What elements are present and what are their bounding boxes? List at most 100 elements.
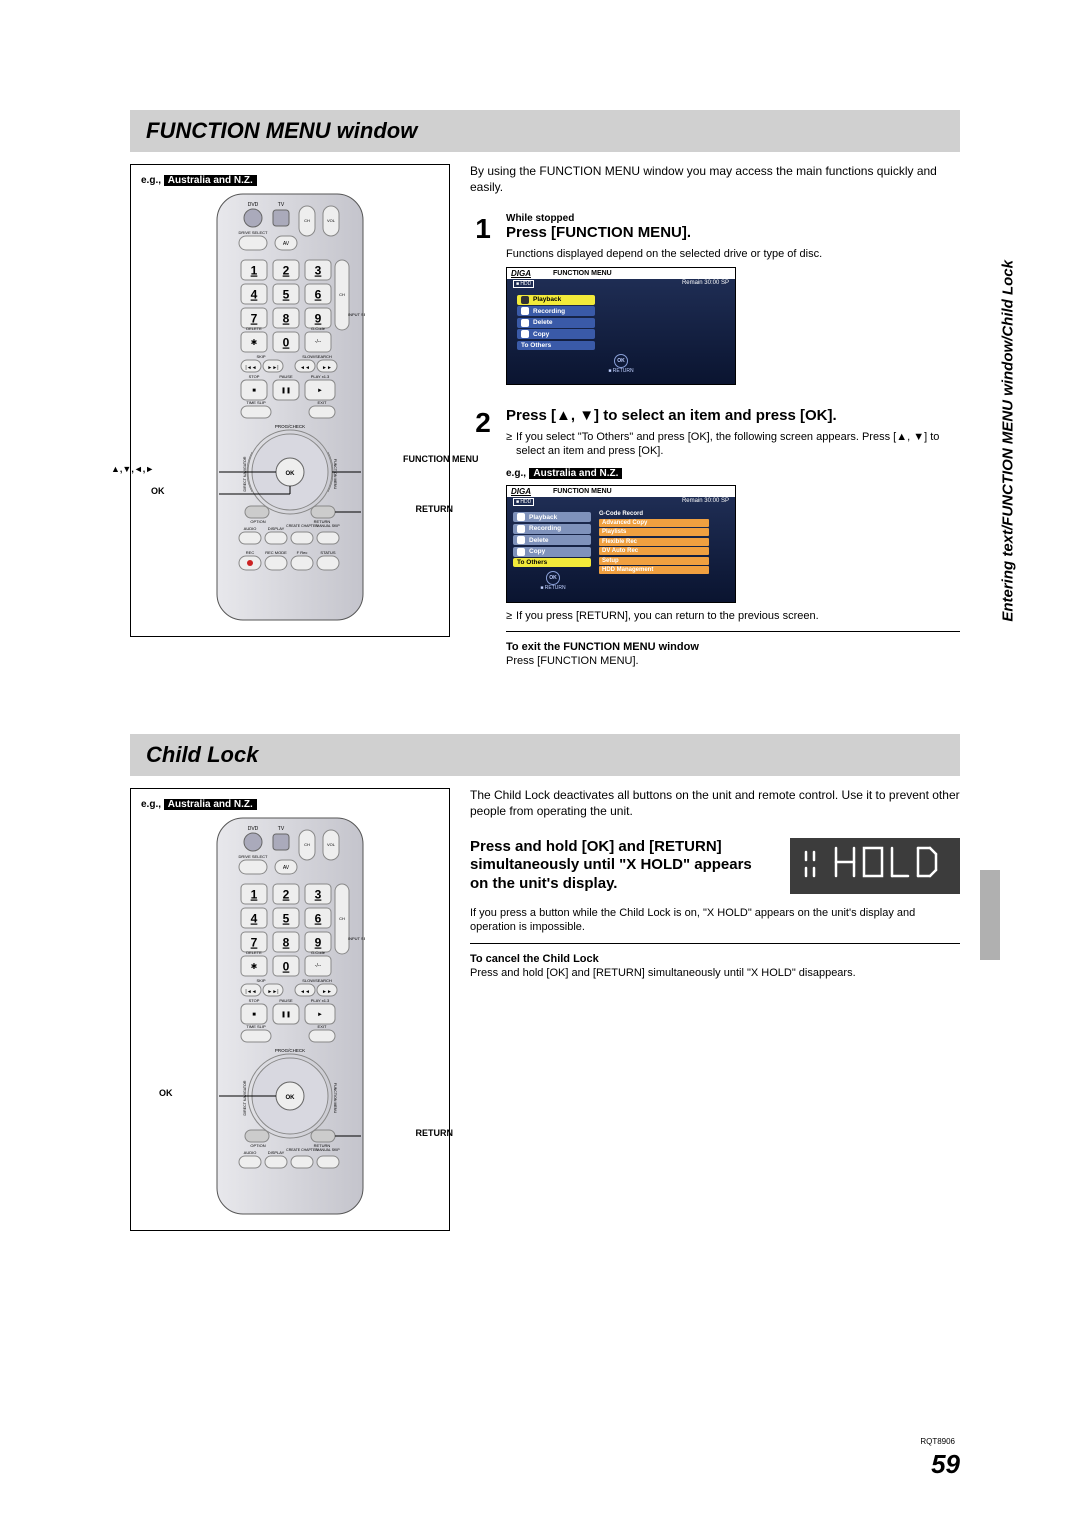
side-thumb-tab	[980, 870, 1000, 960]
step-number-1: 1	[470, 213, 496, 391]
svg-text:STOP: STOP	[249, 374, 260, 379]
eg-label-3: e.g.,	[141, 799, 161, 810]
svg-text:DVD: DVD	[248, 826, 259, 832]
svg-text:DVD: DVD	[248, 202, 259, 208]
svg-text:OK: OK	[286, 1095, 296, 1101]
eg-label: e.g.,	[141, 175, 161, 186]
eg-label-2: e.g.,	[506, 468, 526, 479]
osd-screenshot-2: DIGA FUNCTION MENU ■ HDD Remain 30:00 SP…	[506, 485, 736, 603]
remote-column-2: e.g., Australia and N.Z. DVD TV CH VOL D…	[130, 788, 450, 1231]
step2-bullet1: If you select "To Others" and press [OK]…	[506, 430, 960, 459]
svg-text:-/--: -/--	[315, 339, 322, 345]
svg-text:►►: ►►	[322, 989, 332, 995]
svg-text:G-Code: G-Code	[311, 326, 326, 331]
svg-text:◄◄: ◄◄	[300, 365, 310, 371]
svg-text:CH: CH	[304, 842, 310, 847]
sub-head: G-Code Record	[599, 511, 709, 517]
svg-text:CH: CH	[304, 218, 310, 223]
childlock-body1: If you press a button while the Child Lo…	[470, 906, 960, 935]
svg-text:AV: AV	[283, 241, 290, 247]
step1-head: Press [FUNCTION MENU].	[506, 224, 960, 243]
section1-columns: e.g., Australia and N.Z.	[130, 164, 960, 684]
svg-text:7: 7	[251, 312, 258, 326]
svg-text:AUDIO: AUDIO	[244, 526, 257, 531]
callout-function-menu: FUNCTION MENU	[403, 454, 459, 464]
svg-text:TIME SLIP: TIME SLIP	[246, 1024, 266, 1029]
svg-text:OPTION: OPTION	[250, 519, 265, 524]
svg-text:TV: TV	[278, 202, 285, 208]
svg-text:PLAY x1.3: PLAY x1.3	[311, 374, 330, 379]
svg-text:2: 2	[283, 888, 290, 902]
svg-text:DRIVE SELECT: DRIVE SELECT	[239, 230, 268, 235]
section-header-childlock: Child Lock	[130, 734, 960, 776]
svg-text:1: 1	[251, 888, 258, 902]
svg-text:❚❚: ❚❚	[281, 1011, 291, 1018]
svg-text:◄◄: ◄◄	[300, 989, 310, 995]
diga-logo-2: DIGA	[511, 487, 531, 496]
svg-text:PROG/CHECK: PROG/CHECK	[275, 1048, 305, 1053]
svg-text:FUNCTION MENU: FUNCTION MENU	[333, 459, 337, 490]
svg-text:EXIT: EXIT	[318, 400, 327, 405]
osd-item-playback: Playback	[517, 295, 595, 305]
svg-text:DELETE: DELETE	[246, 950, 262, 955]
intro-text: By using the FUNCTION MENU window you ma…	[470, 164, 960, 195]
svg-text:■: ■	[252, 1012, 256, 1018]
svg-text:-/--: -/--	[315, 963, 322, 969]
svg-text:STATUS: STATUS	[320, 550, 336, 555]
remote-illustration-1: e.g., Australia and N.Z.	[130, 164, 450, 637]
svg-text:|◄◄: |◄◄	[245, 989, 256, 995]
region-tag-2: Australia and N.Z.	[529, 468, 622, 479]
callout-ok-2: OK	[159, 1088, 173, 1098]
svg-text:AUDIO: AUDIO	[244, 1150, 257, 1155]
exit-body: Press [FUNCTION MENU].	[506, 654, 960, 668]
osd-item-others: To Others	[517, 341, 595, 350]
svg-text:8: 8	[283, 312, 290, 326]
svg-text:PAUSE: PAUSE	[279, 998, 293, 1003]
svg-text:EXIT: EXIT	[318, 1024, 327, 1029]
svg-text:CH: CH	[339, 292, 345, 297]
osd-item-copy: Copy	[517, 329, 595, 339]
exit-head: To exit the FUNCTION MENU window	[506, 640, 960, 654]
svg-text:►►: ►►	[322, 365, 332, 371]
instructions-col-1: By using the FUNCTION MENU window you ma…	[470, 164, 960, 684]
remote-column-1: e.g., Australia and N.Z.	[130, 164, 450, 684]
callout-ok: OK	[151, 486, 165, 496]
region-tag-3: Australia and N.Z.	[164, 799, 257, 810]
step2-bullet2: If you press [RETURN], you can return to…	[506, 609, 960, 623]
svg-text:5: 5	[283, 288, 290, 302]
instructions-col-2: The Child Lock deactivates all buttons o…	[470, 788, 960, 1231]
svg-text:INPUT SELECT: INPUT SELECT	[348, 936, 365, 941]
svg-text:CREATE CHAPTER: CREATE CHAPTER	[286, 524, 318, 528]
remote-svg-2: DVD TV CH VOL DRIVE SELECT AV 1 2 3	[215, 816, 365, 1216]
svg-text:■: ■	[252, 388, 256, 394]
step-number-2: 2	[470, 407, 496, 668]
svg-text:|◄◄: |◄◄	[245, 365, 256, 371]
svg-text:OK: OK	[286, 471, 296, 477]
svg-text:4: 4	[251, 912, 258, 926]
svg-text:SLOW/SEARCH: SLOW/SEARCH	[302, 354, 332, 359]
svg-text:9: 9	[315, 936, 322, 950]
svg-text:6: 6	[315, 912, 322, 926]
childlock-step-head: Press and hold [OK] and [RETURN] simulta…	[470, 838, 774, 894]
svg-text:7: 7	[251, 936, 258, 950]
svg-text:VOL: VOL	[327, 842, 336, 847]
section2-columns: e.g., Australia and N.Z. DVD TV CH VOL D…	[130, 788, 960, 1231]
remote-svg: DVD TV CH VOL DRIVE SELECT AV 1 2	[215, 192, 365, 622]
svg-text:DIRECT NAVIGATOR: DIRECT NAVIGATOR	[243, 456, 247, 491]
svg-text:9: 9	[315, 312, 322, 326]
svg-text:AV: AV	[283, 865, 290, 871]
osd-screenshot-1: DIGA FUNCTION MENU ■ HDD Remain 30:00 SP…	[506, 267, 736, 385]
osd-title: FUNCTION MENU	[553, 270, 612, 277]
svg-text:3: 3	[315, 888, 322, 902]
step2-head: Press [▲, ▼] to select an item and press…	[506, 407, 960, 426]
region-tag: Australia and N.Z.	[164, 175, 257, 186]
svg-text:►: ►	[317, 388, 323, 394]
svg-text:G-Code: G-Code	[311, 950, 326, 955]
svg-text:3: 3	[315, 264, 322, 278]
osd-title-2: FUNCTION MENU	[553, 488, 612, 495]
document-id: RQT8906	[920, 1437, 955, 1446]
side-tab: Entering text/FUNCTION MENU window/Child…	[1000, 260, 1017, 622]
remote-illustration-2: e.g., Australia and N.Z. DVD TV CH VOL D…	[130, 788, 450, 1231]
svg-text:SLOW/SEARCH: SLOW/SEARCH	[302, 978, 332, 983]
svg-text:►►|: ►►|	[267, 365, 278, 371]
